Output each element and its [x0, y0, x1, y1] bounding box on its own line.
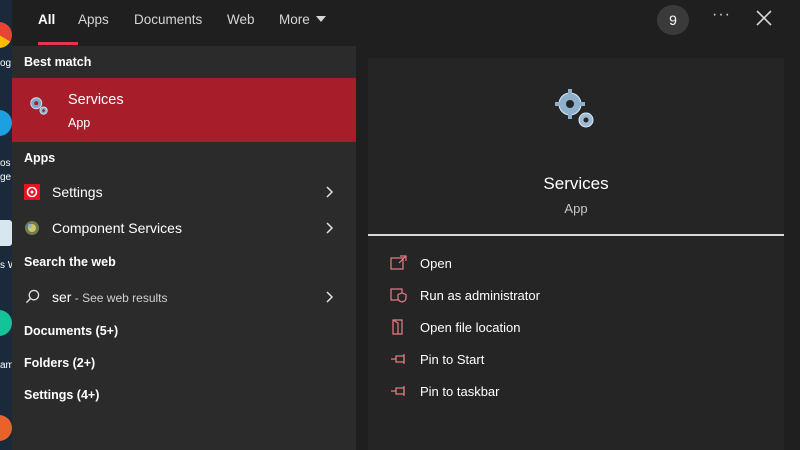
- file-location-icon: [392, 319, 403, 335]
- rewards-badge[interactable]: 9: [657, 5, 689, 35]
- preview-panel: Services App Open Run as administrator O: [356, 46, 800, 450]
- desktop-label-fragment: og: [0, 58, 12, 69]
- search-tabs-bar: All Apps Documents Web More 9 ···: [12, 0, 800, 46]
- app-result-settings[interactable]: Settings: [12, 176, 356, 208]
- best-match-result[interactable]: Services App: [12, 78, 356, 142]
- pin-icon: [391, 386, 405, 396]
- more-options-icon[interactable]: ···: [712, 6, 731, 24]
- grammarly-desktop-icon[interactable]: [0, 310, 12, 336]
- preview-type: App: [564, 201, 588, 216]
- chevron-right-icon[interactable]: [326, 222, 334, 234]
- pin-icon: [391, 354, 405, 364]
- edge-desktop-icon[interactable]: [0, 110, 12, 136]
- chrome-desktop-icon[interactable]: [0, 22, 12, 48]
- action-label: Pin to Start: [420, 352, 485, 367]
- close-icon[interactable]: [755, 9, 773, 27]
- category-documents[interactable]: Documents (5+): [24, 324, 118, 338]
- tab-web[interactable]: Web: [227, 12, 255, 27]
- action-label: Open file location: [420, 320, 521, 335]
- chevron-down-icon: [315, 16, 326, 23]
- tab-apps[interactable]: Apps: [78, 12, 109, 27]
- services-gear-icon: [30, 97, 48, 115]
- desktop-label-fragment: os: [0, 158, 11, 169]
- best-match-title: Services: [68, 92, 124, 108]
- action-pin-to-start[interactable]: Pin to Start: [390, 346, 770, 374]
- action-run-as-administrator[interactable]: Run as administrator: [390, 282, 770, 310]
- chevron-right-icon[interactable]: [326, 186, 334, 198]
- app-desktop-icon[interactable]: [0, 415, 12, 441]
- apps-heading: Apps: [24, 151, 56, 165]
- tab-documents[interactable]: Documents: [134, 12, 202, 27]
- tab-all[interactable]: All: [38, 12, 55, 27]
- action-pin-to-taskbar[interactable]: Pin to taskbar: [390, 378, 770, 406]
- settings-icon: [24, 184, 40, 200]
- preview-card: Services App Open Run as administrator O: [368, 58, 784, 450]
- desktop-label-fragment: am: [0, 360, 12, 371]
- services-gear-icon: [555, 89, 594, 128]
- results-panel: Best match Services App Apps Settings Co…: [12, 46, 356, 450]
- app-result-component-services[interactable]: Component Services: [12, 212, 356, 244]
- desktop-strip: og os ge s W am: [0, 0, 12, 450]
- web-hint-text: - See web results: [71, 291, 168, 305]
- action-open[interactable]: Open: [390, 250, 770, 278]
- action-label: Run as administrator: [420, 288, 540, 303]
- action-open-file-location[interactable]: Open file location: [390, 314, 770, 342]
- action-label: Pin to taskbar: [420, 384, 500, 399]
- document-desktop-icon[interactable]: [0, 220, 12, 246]
- web-query-text: ser: [52, 289, 72, 305]
- best-match-subtitle: App: [68, 116, 91, 130]
- best-match-heading: Best match: [24, 55, 92, 69]
- desktop-label-fragment: s W: [0, 260, 12, 271]
- preview-divider: [368, 234, 784, 236]
- action-label: Open: [420, 256, 452, 271]
- app-result-label: Settings: [52, 184, 103, 200]
- category-folders[interactable]: Folders (2+): [24, 356, 95, 370]
- tab-more-label: More: [279, 12, 310, 27]
- open-icon: [390, 255, 407, 270]
- component-services-icon: [25, 221, 39, 235]
- search-icon: [25, 289, 40, 304]
- app-result-label: Component Services: [52, 220, 182, 236]
- preview-title: Services: [543, 174, 609, 193]
- admin-shield-icon: [390, 288, 407, 303]
- web-search-result[interactable]: ser - See web results: [12, 281, 356, 313]
- chevron-right-icon[interactable]: [326, 291, 334, 303]
- category-settings[interactable]: Settings (4+): [24, 388, 99, 402]
- desktop-label-fragment: ge: [0, 172, 12, 183]
- tab-more[interactable]: More: [279, 12, 326, 27]
- search-web-heading: Search the web: [24, 255, 116, 269]
- active-tab-indicator: [38, 42, 78, 45]
